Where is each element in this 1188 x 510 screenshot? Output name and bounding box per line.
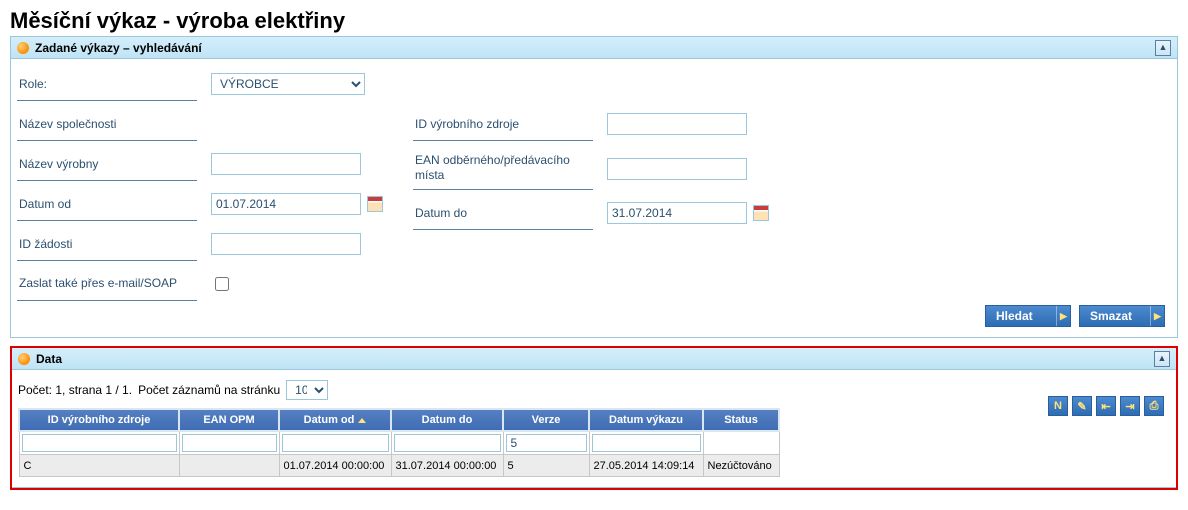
- chevron-right-icon: ▶: [1056, 306, 1070, 326]
- page-title: Měsíční výkaz - výroba elektřiny: [10, 8, 1178, 34]
- data-panel-title: Data: [36, 352, 1154, 366]
- filter-version[interactable]: [506, 434, 587, 452]
- sort-asc-icon: [358, 418, 366, 423]
- col-date-to[interactable]: Datum do: [391, 409, 503, 431]
- label-date-to: Datum do: [413, 196, 593, 230]
- new-icon[interactable]: N: [1048, 396, 1068, 416]
- data-table: ID výrobního zdroje EAN OPM Datum od Dat…: [18, 408, 780, 477]
- panel-bullet-icon: [17, 42, 29, 54]
- panel-bullet-icon: [18, 353, 30, 365]
- cell-ean-opm: [179, 455, 279, 477]
- request-id-input[interactable]: [211, 233, 361, 255]
- date-to-input[interactable]: [607, 202, 747, 224]
- label-request-id: ID žádosti: [17, 227, 197, 261]
- search-panel-title: Zadané výkazy – vyhledávání: [35, 41, 1155, 55]
- col-version[interactable]: Verze: [503, 409, 589, 431]
- search-panel: Zadané výkazy – vyhledávání ▲ Role: VÝRO…: [10, 36, 1178, 338]
- col-status[interactable]: Status: [703, 409, 779, 431]
- label-plant: Název výrobny: [17, 147, 197, 181]
- collapse-data-button[interactable]: ▲: [1154, 351, 1170, 367]
- filter-date-to[interactable]: [394, 434, 501, 452]
- filter-ean-opm[interactable]: [182, 434, 277, 452]
- table-row[interactable]: C 01.07.2014 00:00:00 31.07.2014 00:00:0…: [19, 455, 779, 477]
- filter-date-from[interactable]: [282, 434, 389, 452]
- pager-summary: Počet: 1, strana 1 / 1.: [18, 383, 132, 397]
- calendar-icon[interactable]: [367, 196, 383, 212]
- search-button[interactable]: Hledat▶: [985, 305, 1071, 327]
- clear-button[interactable]: Smazat▶: [1079, 305, 1165, 327]
- table-filter-row: [19, 431, 779, 455]
- col-date-from[interactable]: Datum od: [279, 409, 391, 431]
- label-ean: EAN odběrného/předávacího místa: [413, 147, 593, 190]
- source-id-input[interactable]: [607, 113, 747, 135]
- cell-version: 5: [503, 455, 589, 477]
- company-input[interactable]: [211, 113, 361, 135]
- cell-report-date: 27.05.2014 14:09:14: [589, 455, 703, 477]
- role-select[interactable]: VÝROBCE: [211, 73, 365, 95]
- cell-date-from: 01.07.2014 00:00:00: [279, 455, 391, 477]
- table-header-row: ID výrobního zdroje EAN OPM Datum od Dat…: [19, 409, 779, 431]
- collapse-search-button[interactable]: ▲: [1155, 40, 1171, 56]
- cell-source-id: C: [19, 455, 179, 477]
- label-send-soap: Zaslat také přes e-mail/SOAP: [17, 267, 197, 301]
- send-soap-checkbox[interactable]: [215, 277, 229, 291]
- col-ean-opm[interactable]: EAN OPM: [179, 409, 279, 431]
- pager: Počet: 1, strana 1 / 1. Počet záznamů na…: [18, 380, 1170, 400]
- print-icon[interactable]: ⎙: [1144, 396, 1164, 416]
- date-from-input[interactable]: [211, 193, 361, 215]
- data-panel-header: Data ▲: [12, 348, 1176, 370]
- col-source-id[interactable]: ID výrobního zdroje: [19, 409, 179, 431]
- data-highlight-frame: Data ▲ N ✎ ⇤ ⇥ ⎙ Počet: 1, strana 1 / 1.…: [10, 346, 1178, 490]
- cell-status: Nezúčtováno: [703, 455, 779, 477]
- filter-status-blank: [703, 431, 779, 455]
- search-panel-header: Zadané výkazy – vyhledávání ▲: [11, 37, 1177, 59]
- edit-icon[interactable]: ✎: [1072, 396, 1092, 416]
- calendar-icon[interactable]: [753, 205, 769, 221]
- label-source-id: ID výrobního zdroje: [413, 107, 593, 141]
- data-toolbar: N ✎ ⇤ ⇥ ⎙: [1048, 396, 1164, 416]
- col-report-date[interactable]: Datum výkazu: [589, 409, 703, 431]
- label-company: Název společnosti: [17, 107, 197, 141]
- export-icon[interactable]: ⇤: [1096, 396, 1116, 416]
- chevron-right-icon: ▶: [1150, 306, 1164, 326]
- label-role: Role:: [17, 67, 197, 101]
- ean-input[interactable]: [607, 158, 747, 180]
- plant-input[interactable]: [211, 153, 361, 175]
- filter-report-date[interactable]: [592, 434, 701, 452]
- filter-source-id[interactable]: [22, 434, 177, 452]
- pager-per-page-label: Počet záznamů na stránku: [138, 383, 280, 397]
- per-page-select[interactable]: 10: [286, 380, 328, 400]
- label-date-from: Datum od: [17, 187, 197, 221]
- import-icon[interactable]: ⇥: [1120, 396, 1140, 416]
- cell-date-to: 31.07.2014 00:00:00: [391, 455, 503, 477]
